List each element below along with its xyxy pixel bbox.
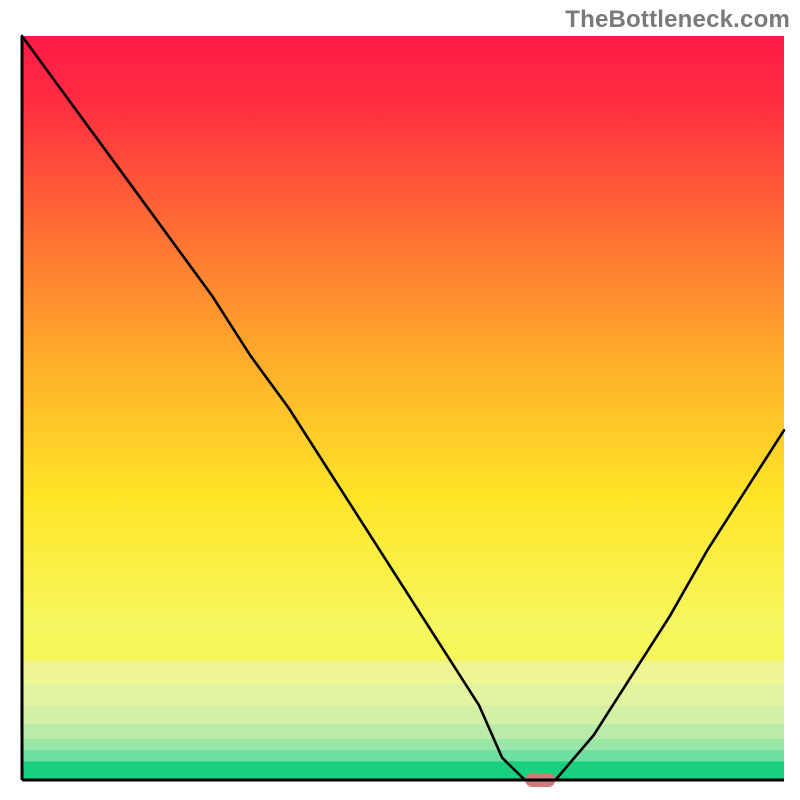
gradient-band bbox=[22, 739, 784, 750]
gradient-band bbox=[22, 724, 784, 739]
gradient-band bbox=[22, 750, 784, 761]
chart-container: TheBottleneck.com bbox=[0, 0, 800, 800]
gradient-band bbox=[22, 683, 784, 705]
gradient-band bbox=[22, 631, 784, 661]
gradient-band bbox=[22, 761, 784, 780]
gradient-band bbox=[22, 706, 784, 725]
bottleneck-chart bbox=[0, 0, 800, 800]
gradient-band bbox=[22, 661, 784, 683]
watermark-text: TheBottleneck.com bbox=[565, 6, 790, 34]
